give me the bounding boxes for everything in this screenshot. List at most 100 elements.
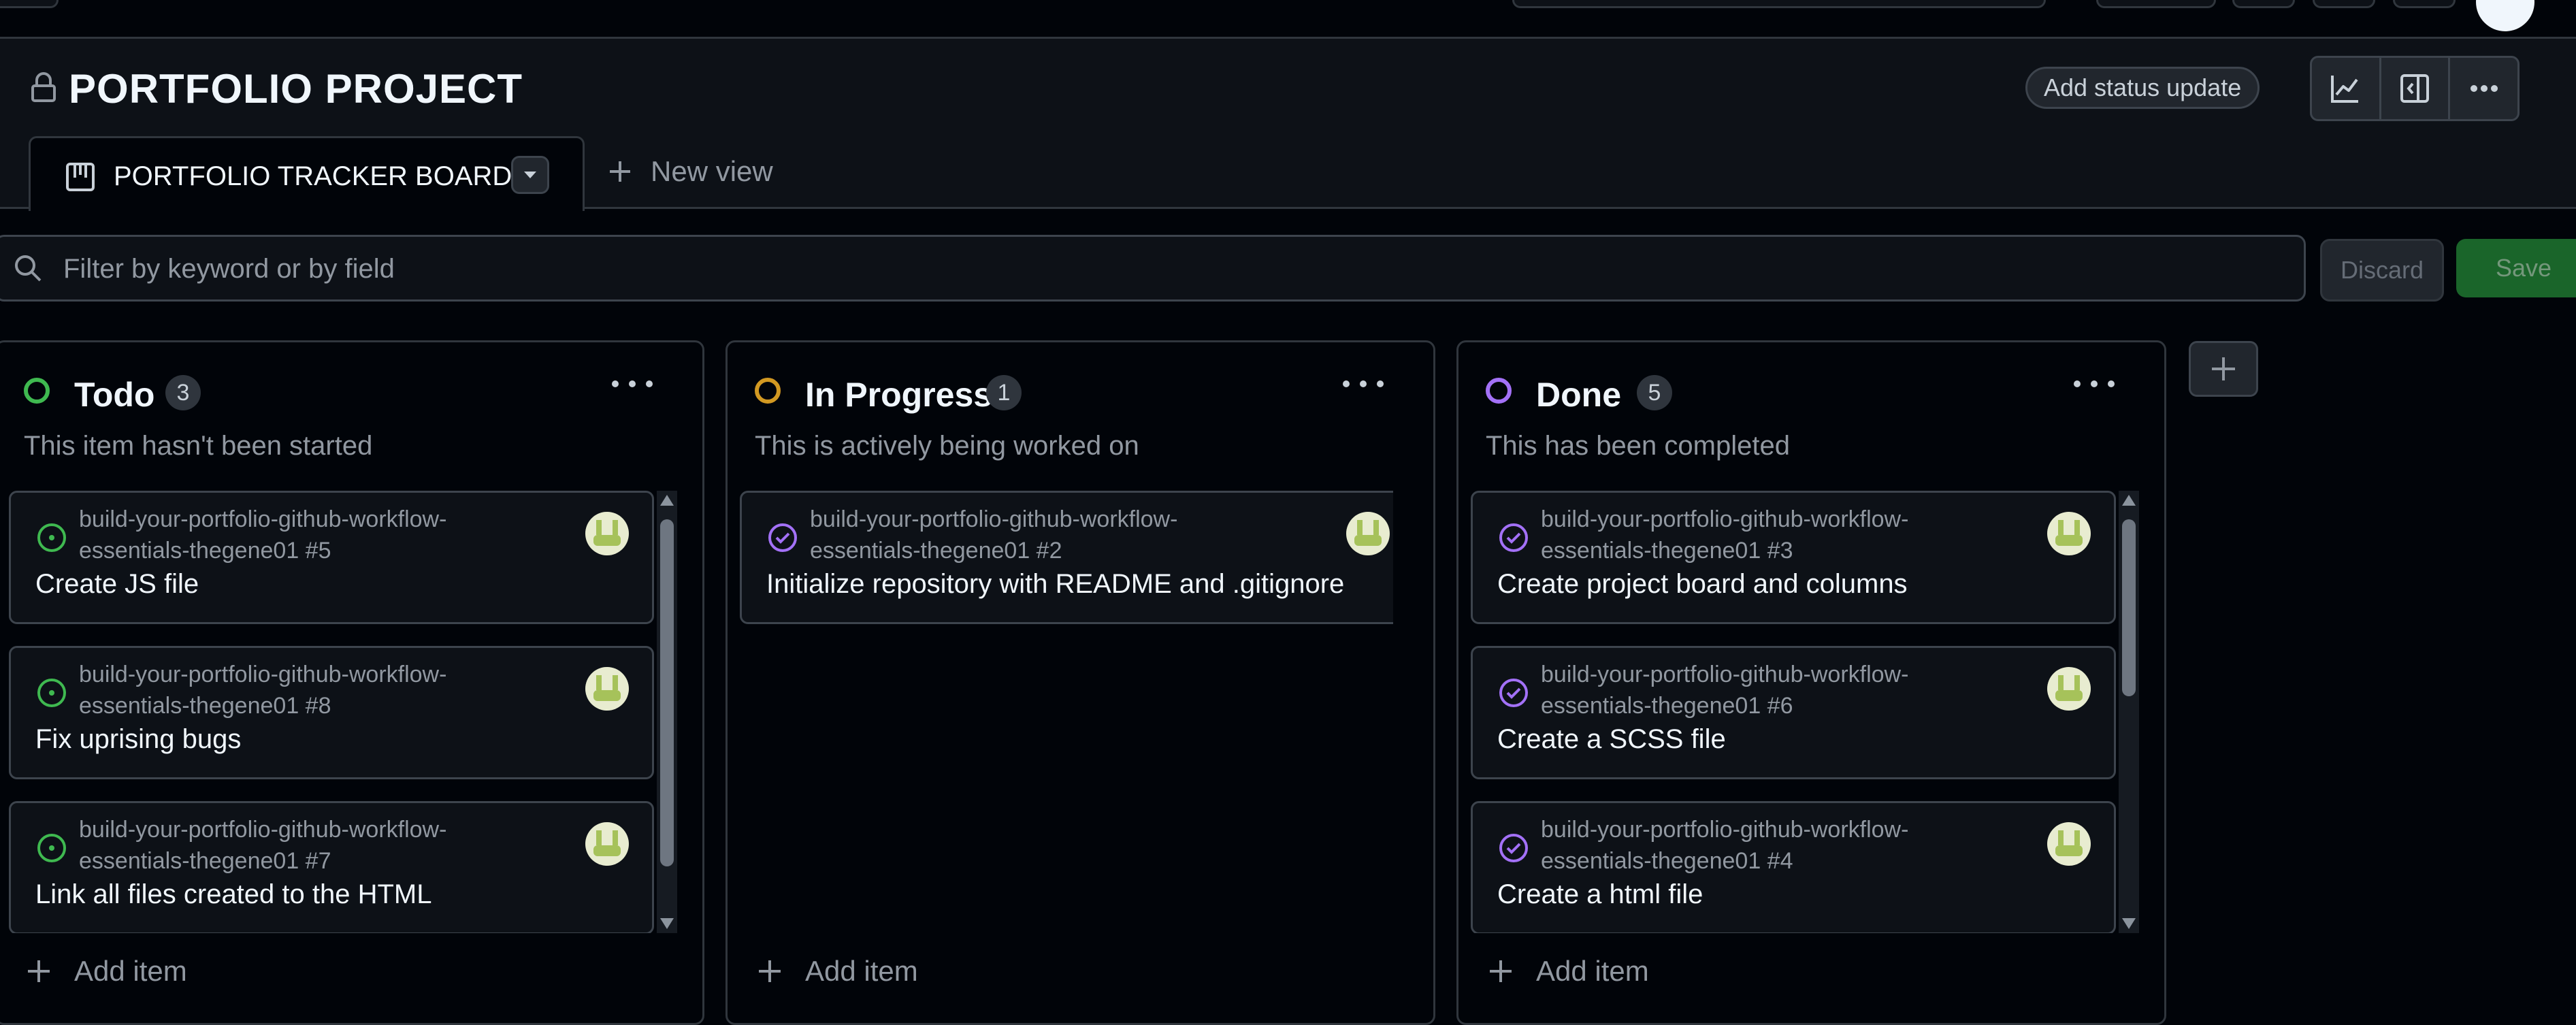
card-title[interactable]: Initialize repository with README and .g… xyxy=(766,569,1344,600)
notifications-button[interactable] xyxy=(2393,0,2456,8)
card-reference[interactable]: build-your-portfolio-github-workflow-ess… xyxy=(79,659,528,721)
global-header xyxy=(0,0,2576,39)
assignee-avatar[interactable] xyxy=(2047,822,2091,866)
card-title[interactable]: Create a SCSS file xyxy=(1497,724,1726,755)
card-reference[interactable]: build-your-portfolio-github-workflow-ess… xyxy=(79,504,528,566)
scroll-down-arrow[interactable] xyxy=(2122,918,2136,929)
identicon-icon xyxy=(2055,675,2083,701)
column-todo: Todo 3 This item hasn't been started bui… xyxy=(0,340,704,1025)
assignee-avatar[interactable] xyxy=(585,667,629,711)
plus-icon xyxy=(2212,357,2235,380)
scroll-up-arrow[interactable] xyxy=(2122,495,2136,506)
tab-label: PORTFOLIO TRACKER BOARD xyxy=(114,161,512,191)
in-progress-circle-icon xyxy=(755,378,781,404)
menu-button[interactable] xyxy=(0,0,59,8)
assignee-avatar[interactable] xyxy=(585,512,629,555)
side-panel-button[interactable] xyxy=(2381,58,2451,119)
dot xyxy=(2074,380,2081,387)
board-card[interactable]: build-your-portfolio-github-workflow-ess… xyxy=(1471,491,2116,624)
card-reference[interactable]: build-your-portfolio-github-workflow-ess… xyxy=(1541,814,1990,877)
issue-open-icon xyxy=(37,523,66,552)
card-reference[interactable]: build-your-portfolio-github-workflow-ess… xyxy=(1541,504,1990,566)
card-title[interactable]: Create project board and columns xyxy=(1497,569,1908,600)
card-reference[interactable]: build-your-portfolio-github-workflow-ess… xyxy=(79,814,528,877)
view-options-dropdown[interactable] xyxy=(511,156,549,194)
add-column-button[interactable] xyxy=(2189,341,2258,397)
new-view-button[interactable]: New view xyxy=(608,155,773,188)
add-item-label: Add item xyxy=(1536,955,1649,987)
assignee-avatar[interactable] xyxy=(2047,512,2091,555)
add-item-button[interactable]: Add item xyxy=(27,955,187,988)
column-scrollbar[interactable] xyxy=(2119,491,2139,933)
insights-button[interactable] xyxy=(2312,58,2381,119)
open-circle-icon xyxy=(24,378,50,404)
add-item-button[interactable]: Add item xyxy=(1488,955,1649,988)
project-actions xyxy=(2310,56,2520,121)
column-description: This has been completed xyxy=(1486,431,1790,461)
plus-icon xyxy=(28,960,50,982)
add-status-update-button[interactable]: Add status update xyxy=(2025,67,2260,109)
identicon-icon xyxy=(593,830,621,856)
discard-button[interactable]: Discard xyxy=(2320,239,2444,302)
column-description: This is actively being worked on xyxy=(755,431,1139,461)
board-card[interactable]: build-your-portfolio-github-workflow-ess… xyxy=(740,491,1393,624)
card-list: build-your-portfolio-github-workflow-ess… xyxy=(740,491,1393,933)
plus-icon xyxy=(759,960,781,982)
issue-closed-icon xyxy=(1499,523,1528,552)
scroll-down-arrow[interactable] xyxy=(660,918,674,929)
project-title: PORTFOLIO PROJECT xyxy=(69,66,523,112)
card-title[interactable]: Fix uprising bugs xyxy=(35,724,241,755)
column-in-progress: In Progress 1 This is actively being wor… xyxy=(725,340,1435,1025)
board-card[interactable]: build-your-portfolio-github-workflow-ess… xyxy=(9,801,654,933)
board-card[interactable]: build-your-portfolio-github-workflow-ess… xyxy=(1471,801,2116,933)
board-icon xyxy=(66,163,95,191)
dot xyxy=(1343,380,1350,387)
scroll-thumb[interactable] xyxy=(660,519,674,866)
sidebar-expand-icon xyxy=(2400,74,2429,103)
filter-input[interactable] xyxy=(62,237,2243,301)
save-button[interactable]: Save xyxy=(2456,239,2576,297)
plus-icon xyxy=(1490,960,1512,982)
column-menu-button[interactable] xyxy=(1343,374,1384,394)
dot xyxy=(2091,380,2098,387)
issue-open-icon xyxy=(37,679,66,707)
column-done: Done 5 This has been completed build-you… xyxy=(1456,340,2166,1025)
issues-button[interactable] xyxy=(2232,0,2295,8)
column-name: In Progress xyxy=(805,376,993,414)
column-count-badge: 1 xyxy=(986,375,1022,410)
kebab-horizontal-icon xyxy=(2470,85,2498,92)
global-search-input[interactable] xyxy=(1512,0,2046,8)
scroll-thumb[interactable] xyxy=(2122,519,2136,696)
assignee-avatar[interactable] xyxy=(1346,512,1390,555)
assignee-avatar[interactable] xyxy=(585,822,629,866)
identicon-icon xyxy=(593,520,621,546)
done-circle-icon xyxy=(1486,378,1512,404)
board-card[interactable]: build-your-portfolio-github-workflow-ess… xyxy=(1471,646,2116,779)
column-name: Done xyxy=(1536,376,1621,414)
add-item-button[interactable]: Add item xyxy=(757,955,918,988)
card-title[interactable]: Create JS file xyxy=(35,569,199,600)
column-menu-button[interactable] xyxy=(612,374,653,394)
card-title[interactable]: Create a html file xyxy=(1497,879,1703,910)
graph-icon xyxy=(2331,76,2359,103)
column-scrollbar[interactable] xyxy=(657,491,677,933)
pull-requests-button[interactable] xyxy=(2313,0,2375,8)
column-name: Todo xyxy=(74,376,155,414)
user-avatar[interactable] xyxy=(2476,0,2534,31)
scroll-up-arrow[interactable] xyxy=(660,495,674,506)
lock-icon xyxy=(31,72,56,102)
dot xyxy=(646,380,653,387)
card-title[interactable]: Link all files created to the HTML xyxy=(35,879,431,910)
card-reference[interactable]: build-your-portfolio-github-workflow-ess… xyxy=(1541,659,1990,721)
create-new-button[interactable] xyxy=(2096,0,2216,8)
board-card[interactable]: build-your-portfolio-github-workflow-ess… xyxy=(9,646,654,779)
column-count-badge: 5 xyxy=(1637,375,1672,410)
card-reference[interactable]: build-your-portfolio-github-workflow-ess… xyxy=(810,504,1259,566)
assignee-avatar[interactable] xyxy=(2047,667,2091,711)
board-card[interactable]: build-your-portfolio-github-workflow-ess… xyxy=(9,491,654,624)
tab-portfolio-tracker-board[interactable]: PORTFOLIO TRACKER BOARD xyxy=(29,136,585,211)
column-menu-button[interactable] xyxy=(2074,374,2115,394)
dot xyxy=(1360,380,1367,387)
filter-bar xyxy=(0,235,2306,302)
more-options-button[interactable] xyxy=(2450,58,2517,119)
